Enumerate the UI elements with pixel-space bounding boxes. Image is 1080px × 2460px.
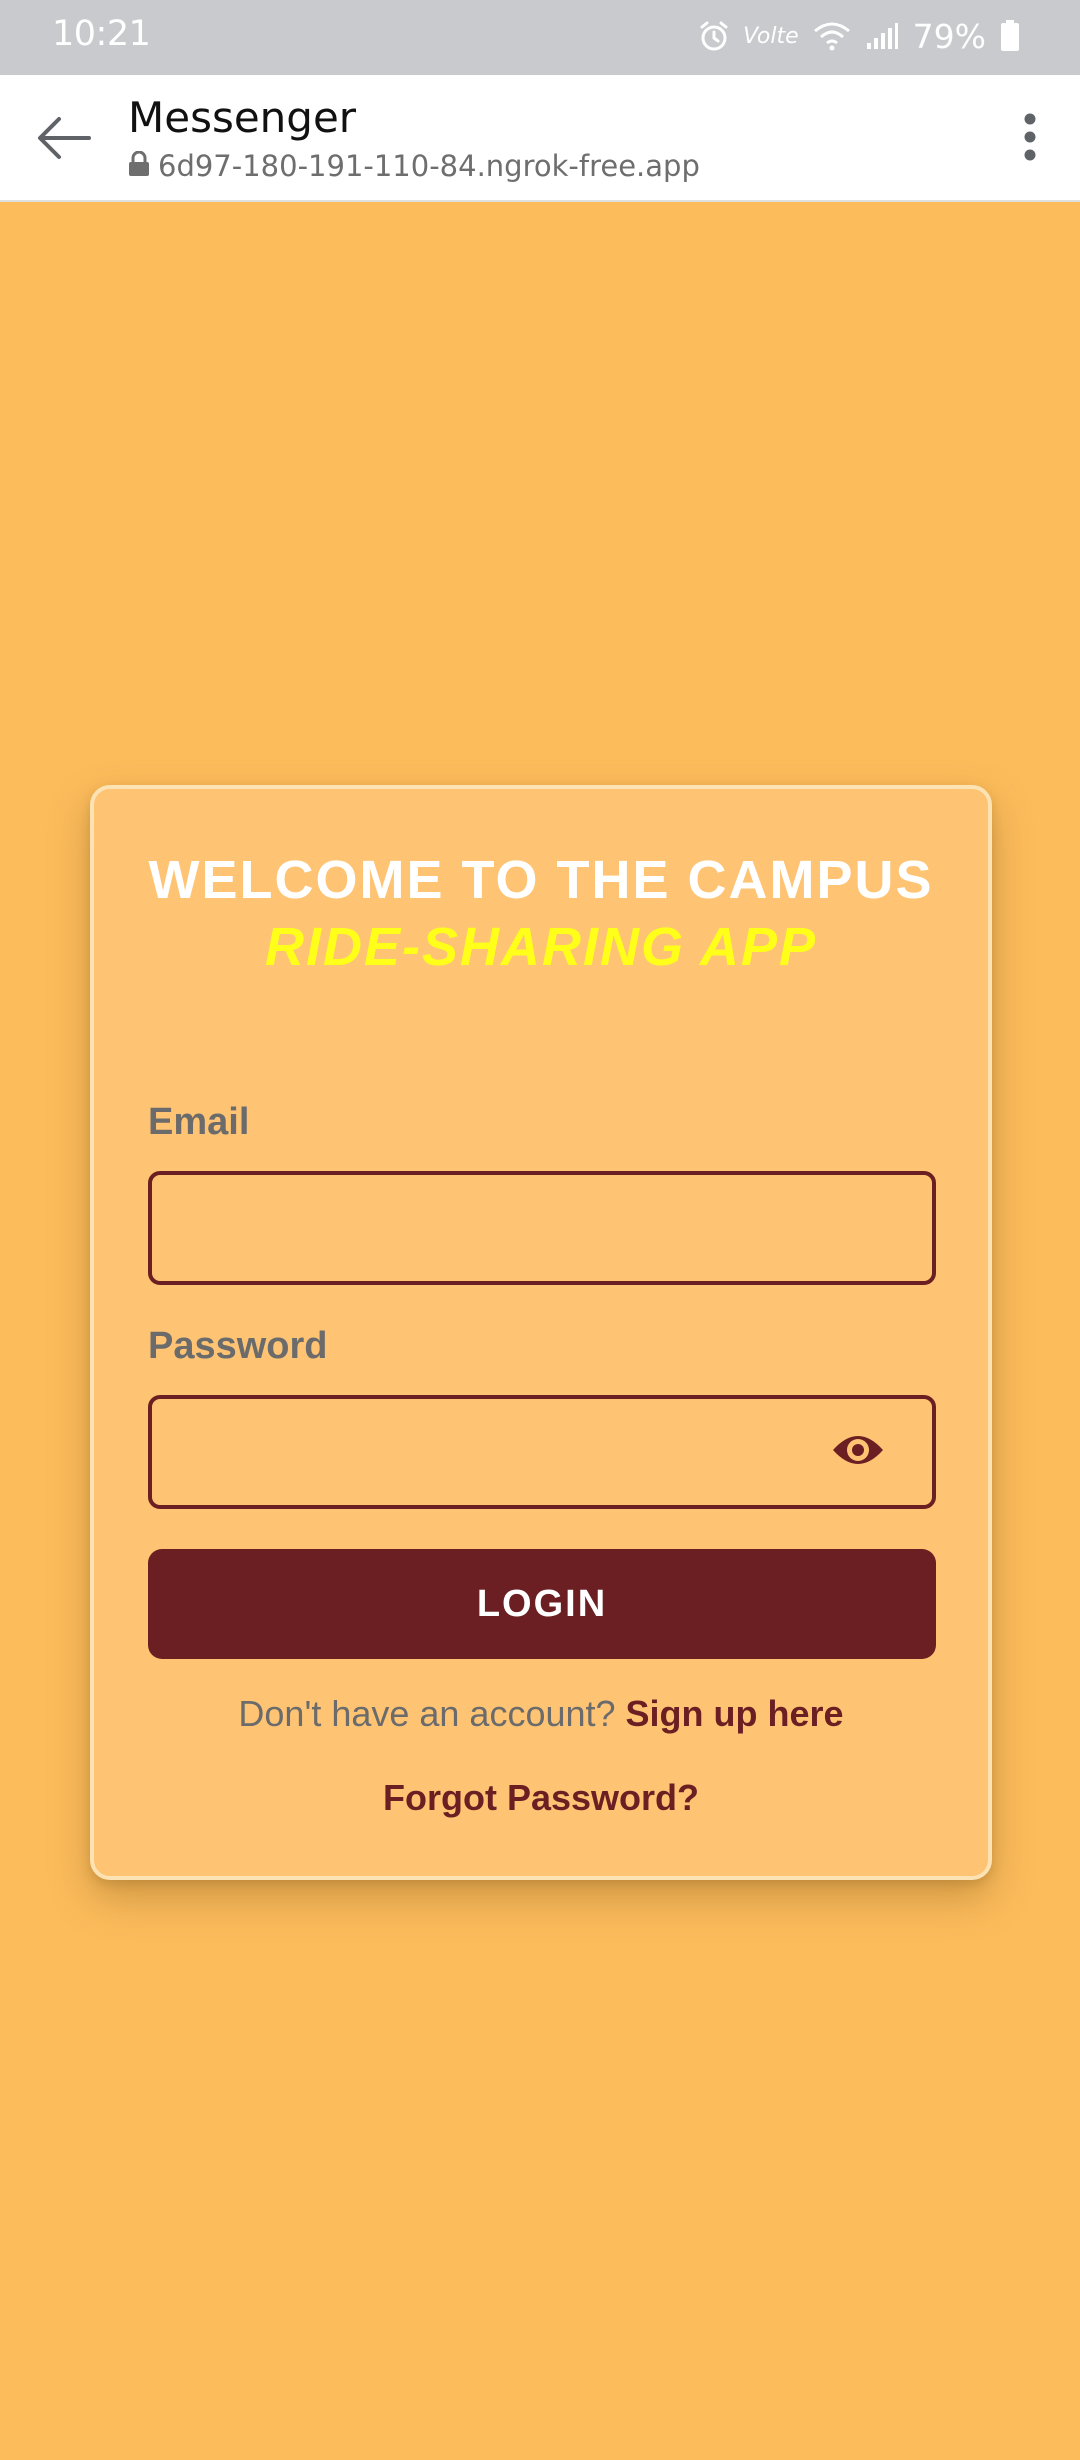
login-card: WELCOME TO THE CAMPUS RIDE-SHARING APP E… <box>90 785 992 1880</box>
url-row: 6d97-180-191-110-84.ngrok-free.app <box>128 149 700 183</box>
lock-icon <box>128 150 150 182</box>
toggle-password-visibility-button[interactable] <box>830 1430 886 1474</box>
status-icons: Volte 79% <box>699 16 1020 56</box>
login-button[interactable]: LOGIN <box>148 1549 936 1659</box>
forgot-password-link[interactable]: Forgot Password? <box>94 1777 988 1819</box>
password-field-container <box>148 1395 936 1509</box>
more-options-button[interactable] <box>1000 103 1060 175</box>
battery-icon <box>1000 20 1020 52</box>
welcome-title-accent: RIDE-SHARING APP <box>264 917 818 977</box>
more-vertical-icon <box>1023 112 1037 167</box>
password-label: Password <box>148 1325 328 1367</box>
eye-icon <box>830 1430 886 1475</box>
wifi-icon <box>813 21 851 51</box>
email-field[interactable] <box>152 1175 932 1281</box>
signup-prompt: Don't have an account? <box>238 1693 626 1734</box>
status-time: 10:21 <box>52 14 151 54</box>
page-url: 6d97-180-191-110-84.ngrok-free.app <box>158 149 700 183</box>
password-field[interactable] <box>152 1399 932 1505</box>
signal-icon <box>865 21 899 51</box>
volte-label: Volte <box>743 23 799 49</box>
battery-percent: 79% <box>912 16 986 56</box>
email-field-container <box>148 1171 936 1285</box>
welcome-title: WELCOME TO THE CAMPUS RIDE-SHARING APP <box>134 847 948 981</box>
signup-row: Don't have an account? Sign up here <box>94 1693 988 1735</box>
email-label: Email <box>148 1101 250 1143</box>
status-bar: 10:21 Volte 79% <box>0 0 1080 75</box>
back-arrow-icon <box>35 115 91 166</box>
welcome-title-text: WELCOME TO THE CAMPUS <box>148 850 934 910</box>
signup-link[interactable]: Sign up here <box>626 1693 844 1734</box>
browser-header: Messenger 6d97-180-191-110-84.ngrok-free… <box>0 75 1080 202</box>
alarm-icon <box>699 20 729 52</box>
page-title: Messenger <box>128 93 357 142</box>
back-button[interactable] <box>28 105 98 175</box>
